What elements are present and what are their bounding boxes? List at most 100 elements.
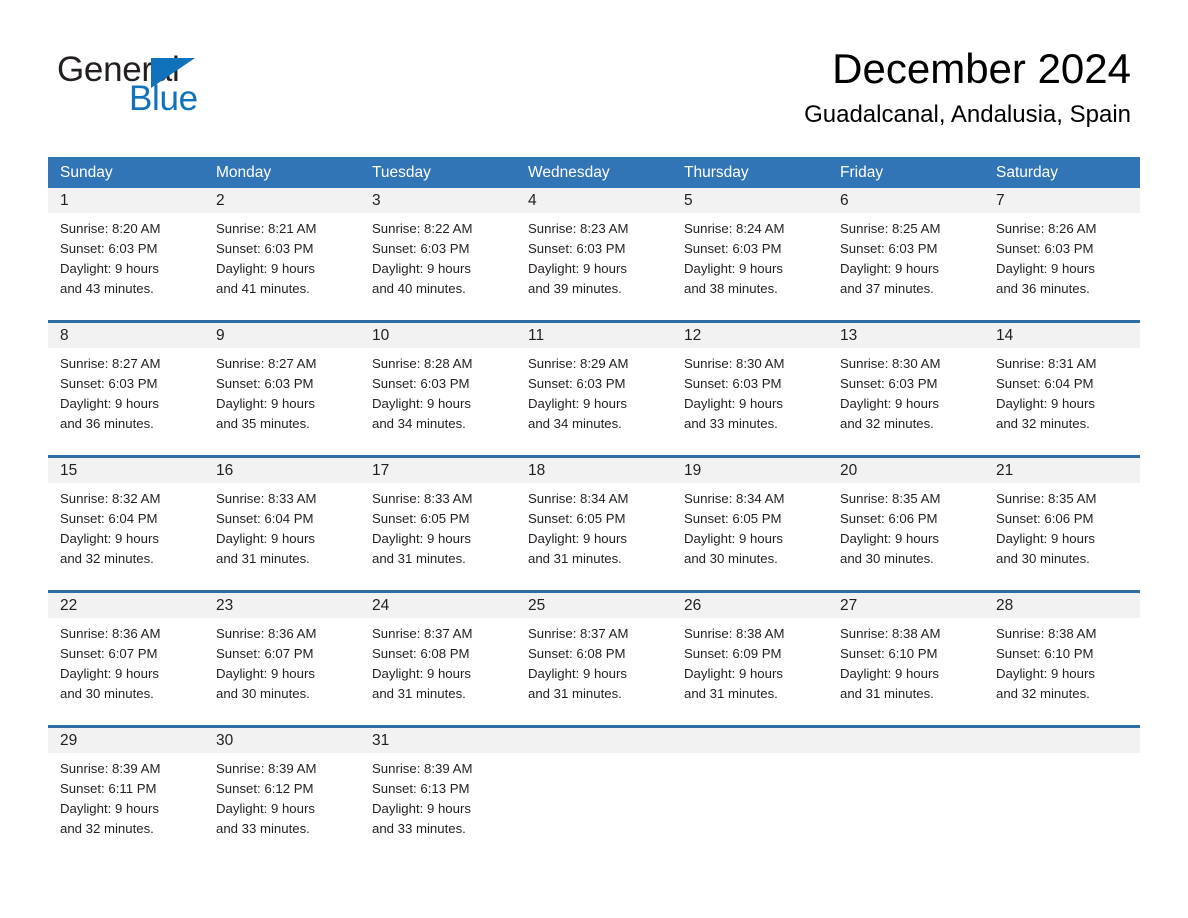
sunrise-text: Sunrise: 8:36 AM (60, 626, 161, 641)
day-number: 19 (684, 462, 702, 479)
daylight-text-line1: Daylight: 9 hours (60, 531, 159, 546)
day-cell[interactable]: 18 Sunrise: 8:34 AM Sunset: 6:05 PM Dayl… (516, 458, 672, 590)
day-number-band: 5 (672, 188, 828, 213)
daylight-text-line1: Daylight: 9 hours (528, 531, 627, 546)
day-cell[interactable]: 28 Sunrise: 8:38 AM Sunset: 6:10 PM Dayl… (984, 593, 1140, 725)
day-cell[interactable]: 30 Sunrise: 8:39 AM Sunset: 6:12 PM Dayl… (204, 728, 360, 860)
day-cell[interactable]: 7 Sunrise: 8:26 AM Sunset: 6:03 PM Dayli… (984, 188, 1140, 320)
sunset-text: Sunset: 6:06 PM (840, 511, 938, 526)
day-info: Sunrise: 8:28 AM Sunset: 6:03 PM Dayligh… (360, 348, 516, 434)
day-info: Sunrise: 8:39 AM Sunset: 6:11 PM Dayligh… (48, 753, 204, 839)
sunset-text: Sunset: 6:03 PM (684, 241, 782, 256)
day-cell[interactable]: 11 Sunrise: 8:29 AM Sunset: 6:03 PM Dayl… (516, 323, 672, 455)
day-cell[interactable]: 12 Sunrise: 8:30 AM Sunset: 6:03 PM Dayl… (672, 323, 828, 455)
day-number: 28 (996, 597, 1014, 614)
day-info: Sunrise: 8:24 AM Sunset: 6:03 PM Dayligh… (672, 213, 828, 299)
day-cell[interactable]: 20 Sunrise: 8:35 AM Sunset: 6:06 PM Dayl… (828, 458, 984, 590)
day-cell[interactable]: 29 Sunrise: 8:39 AM Sunset: 6:11 PM Dayl… (48, 728, 204, 860)
sunrise-text: Sunrise: 8:37 AM (528, 626, 629, 641)
day-cell[interactable]: 6 Sunrise: 8:25 AM Sunset: 6:03 PM Dayli… (828, 188, 984, 320)
daylight-text-line1: Daylight: 9 hours (60, 396, 159, 411)
daylight-text-line2: and 31 minutes. (372, 686, 466, 701)
daylight-text-line1: Daylight: 9 hours (216, 801, 315, 816)
daylight-text-line1: Daylight: 9 hours (216, 531, 315, 546)
day-number-band: 4 (516, 188, 672, 213)
day-cell[interactable]: 9 Sunrise: 8:27 AM Sunset: 6:03 PM Dayli… (204, 323, 360, 455)
sunset-text: Sunset: 6:12 PM (216, 781, 314, 796)
day-cell[interactable]: 2 Sunrise: 8:21 AM Sunset: 6:03 PM Dayli… (204, 188, 360, 320)
weekday-header-tuesday: Tuesday (372, 164, 431, 181)
day-info: Sunrise: 8:36 AM Sunset: 6:07 PM Dayligh… (204, 618, 360, 704)
daylight-text-line2: and 30 minutes. (996, 551, 1090, 566)
day-number-band: 26 (672, 593, 828, 618)
day-info: Sunrise: 8:35 AM Sunset: 6:06 PM Dayligh… (828, 483, 984, 569)
day-info: Sunrise: 8:39 AM Sunset: 6:13 PM Dayligh… (360, 753, 516, 839)
day-number-band: 22 (48, 593, 204, 618)
day-number: 29 (60, 732, 78, 749)
day-cell[interactable]: 14 Sunrise: 8:31 AM Sunset: 6:04 PM Dayl… (984, 323, 1140, 455)
day-number: 17 (372, 462, 390, 479)
day-number-band: 20 (828, 458, 984, 483)
sunset-text: Sunset: 6:10 PM (996, 646, 1094, 661)
day-info: Sunrise: 8:26 AM Sunset: 6:03 PM Dayligh… (984, 213, 1140, 299)
day-number: 8 (60, 327, 69, 344)
sunrise-text: Sunrise: 8:32 AM (60, 491, 161, 506)
daylight-text-line2: and 33 minutes. (684, 416, 778, 431)
day-info: Sunrise: 8:23 AM Sunset: 6:03 PM Dayligh… (516, 213, 672, 299)
day-number-band: 31 (360, 728, 516, 753)
day-number-band: 10 (360, 323, 516, 348)
day-info: Sunrise: 8:33 AM Sunset: 6:05 PM Dayligh… (360, 483, 516, 569)
day-cell[interactable]: 27 Sunrise: 8:38 AM Sunset: 6:10 PM Dayl… (828, 593, 984, 725)
day-cell[interactable]: 17 Sunrise: 8:33 AM Sunset: 6:05 PM Dayl… (360, 458, 516, 590)
day-number-band (984, 728, 1140, 753)
day-cell[interactable]: 5 Sunrise: 8:24 AM Sunset: 6:03 PM Dayli… (672, 188, 828, 320)
sunrise-text: Sunrise: 8:29 AM (528, 356, 629, 371)
sunset-text: Sunset: 6:03 PM (528, 376, 626, 391)
day-number: 1 (60, 192, 69, 209)
weekday-header-friday: Friday (840, 164, 884, 181)
day-number: 3 (372, 192, 381, 209)
day-cell[interactable]: 26 Sunrise: 8:38 AM Sunset: 6:09 PM Dayl… (672, 593, 828, 725)
day-cell[interactable]: 4 Sunrise: 8:23 AM Sunset: 6:03 PM Dayli… (516, 188, 672, 320)
daylight-text-line2: and 32 minutes. (60, 551, 154, 566)
day-cell[interactable]: 16 Sunrise: 8:33 AM Sunset: 6:04 PM Dayl… (204, 458, 360, 590)
day-cell[interactable]: 31 Sunrise: 8:39 AM Sunset: 6:13 PM Dayl… (360, 728, 516, 860)
sunset-text: Sunset: 6:03 PM (372, 376, 470, 391)
day-number: 13 (840, 327, 858, 344)
day-number: 2 (216, 192, 225, 209)
sunset-text: Sunset: 6:03 PM (840, 241, 938, 256)
day-info: Sunrise: 8:34 AM Sunset: 6:05 PM Dayligh… (672, 483, 828, 569)
day-number-band: 28 (984, 593, 1140, 618)
day-cell[interactable]: 24 Sunrise: 8:37 AM Sunset: 6:08 PM Dayl… (360, 593, 516, 725)
sunrise-text: Sunrise: 8:31 AM (996, 356, 1097, 371)
day-number: 25 (528, 597, 546, 614)
day-cell[interactable]: 23 Sunrise: 8:36 AM Sunset: 6:07 PM Dayl… (204, 593, 360, 725)
day-cell[interactable]: 8 Sunrise: 8:27 AM Sunset: 6:03 PM Dayli… (48, 323, 204, 455)
day-cell[interactable]: 25 Sunrise: 8:37 AM Sunset: 6:08 PM Dayl… (516, 593, 672, 725)
daylight-text-line1: Daylight: 9 hours (216, 666, 315, 681)
day-info: Sunrise: 8:25 AM Sunset: 6:03 PM Dayligh… (828, 213, 984, 299)
day-cell[interactable]: 13 Sunrise: 8:30 AM Sunset: 6:03 PM Dayl… (828, 323, 984, 455)
day-cell[interactable]: 1 Sunrise: 8:20 AM Sunset: 6:03 PM Dayli… (48, 188, 204, 320)
daylight-text-line2: and 43 minutes. (60, 281, 154, 296)
day-cell[interactable]: 15 Sunrise: 8:32 AM Sunset: 6:04 PM Dayl… (48, 458, 204, 590)
generalblue-logo[interactable]: General Blue (57, 50, 257, 118)
daylight-text-line2: and 41 minutes. (216, 281, 310, 296)
day-cell[interactable]: 19 Sunrise: 8:34 AM Sunset: 6:05 PM Dayl… (672, 458, 828, 590)
day-number: 14 (996, 327, 1014, 344)
sunset-text: Sunset: 6:03 PM (60, 376, 158, 391)
day-cell[interactable]: 3 Sunrise: 8:22 AM Sunset: 6:03 PM Dayli… (360, 188, 516, 320)
day-number-band: 30 (204, 728, 360, 753)
day-number: 23 (216, 597, 234, 614)
day-number-band: 2 (204, 188, 360, 213)
day-info: Sunrise: 8:35 AM Sunset: 6:06 PM Dayligh… (984, 483, 1140, 569)
sunrise-text: Sunrise: 8:35 AM (840, 491, 941, 506)
day-cell[interactable]: 22 Sunrise: 8:36 AM Sunset: 6:07 PM Dayl… (48, 593, 204, 725)
day-cell[interactable]: 21 Sunrise: 8:35 AM Sunset: 6:06 PM Dayl… (984, 458, 1140, 590)
day-cell-empty (672, 728, 828, 860)
day-info: Sunrise: 8:37 AM Sunset: 6:08 PM Dayligh… (516, 618, 672, 704)
day-cell[interactable]: 10 Sunrise: 8:28 AM Sunset: 6:03 PM Dayl… (360, 323, 516, 455)
sunset-text: Sunset: 6:07 PM (60, 646, 158, 661)
sunset-text: Sunset: 6:08 PM (528, 646, 626, 661)
page-title: December 2024 (832, 45, 1131, 92)
